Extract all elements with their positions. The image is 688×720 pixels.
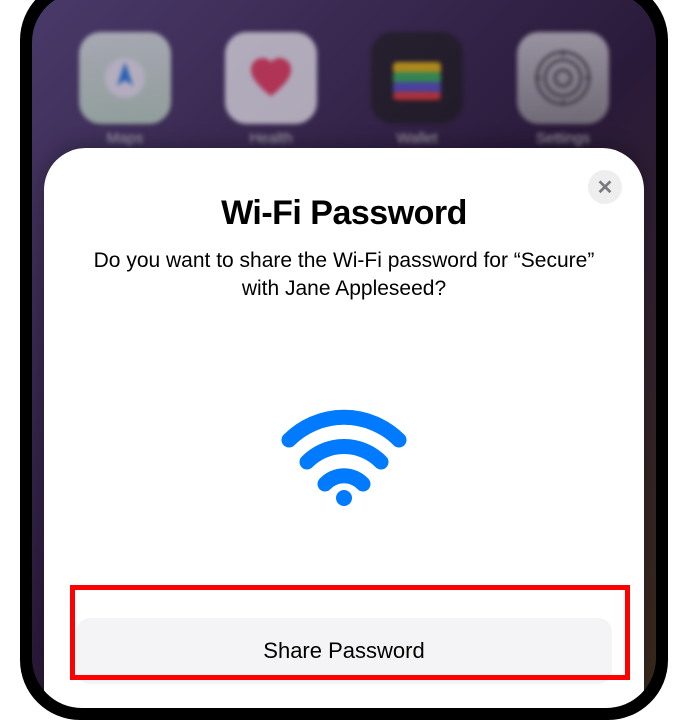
close-button[interactable]: ✕	[588, 170, 622, 204]
app-label: Settings	[536, 130, 590, 147]
modal-title: Wi-Fi Password	[76, 194, 612, 233]
wifi-icon	[76, 304, 612, 618]
app-wallet[interactable]: Wallet	[371, 32, 463, 147]
app-health[interactable]: Health	[225, 32, 317, 147]
settings-icon	[517, 32, 609, 124]
app-row: Maps Health Wallet	[32, 0, 656, 147]
maps-icon	[79, 32, 171, 124]
modal-description: Do you want to share the Wi-Fi password …	[76, 247, 612, 304]
wifi-password-share-sheet: ✕ Wi-Fi Password Do you want to share th…	[44, 148, 644, 708]
health-icon	[225, 32, 317, 124]
share-password-button[interactable]: Share Password	[76, 618, 612, 684]
phone-screen: Maps Health Wallet	[32, 0, 656, 708]
wallet-icon	[371, 32, 463, 124]
app-label: Health	[249, 130, 292, 147]
app-maps[interactable]: Maps	[79, 32, 171, 147]
app-label: Maps	[107, 130, 144, 147]
phone-frame: Maps Health Wallet	[20, 0, 668, 720]
app-label: Wallet	[396, 130, 437, 147]
app-settings[interactable]: Settings	[517, 32, 609, 147]
close-icon: ✕	[597, 175, 614, 200]
